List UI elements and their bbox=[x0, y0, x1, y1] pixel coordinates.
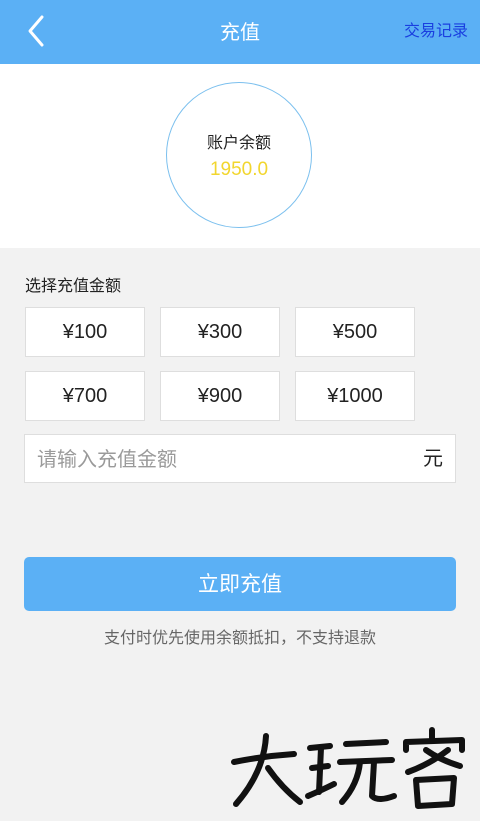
currency-unit-label: 元 bbox=[423, 446, 443, 470]
amount-section-label: 选择充值金额 bbox=[25, 276, 122, 295]
amount-option-100[interactable]: ¥100 bbox=[25, 307, 145, 357]
amount-option-300[interactable]: ¥300 bbox=[160, 307, 280, 357]
balance-circle: 账户余额 1950.0 bbox=[166, 82, 312, 228]
payment-note: 支付时优先使用余额抵扣，不支持退款 bbox=[103, 628, 376, 647]
amount-option-900[interactable]: ¥900 bbox=[160, 371, 280, 421]
amount-option-1000[interactable]: ¥1000 bbox=[295, 371, 415, 421]
amount-option-700[interactable]: ¥700 bbox=[25, 371, 145, 421]
balance-panel: 账户余额 1950.0 bbox=[0, 64, 480, 248]
top-bar: 充值 交易记录 bbox=[0, 0, 480, 64]
custom-amount-input[interactable] bbox=[37, 435, 397, 482]
custom-amount-field: 元 bbox=[24, 434, 456, 483]
transaction-history-link[interactable]: 交易记录 bbox=[404, 0, 468, 64]
balance-value: 1950.0 bbox=[209, 159, 269, 180]
recharge-now-button[interactable]: 立即充值 bbox=[24, 557, 456, 611]
amount-option-500[interactable]: ¥500 bbox=[295, 307, 415, 357]
balance-label: 账户余额 bbox=[206, 133, 271, 152]
watermark-logo bbox=[226, 722, 476, 814]
